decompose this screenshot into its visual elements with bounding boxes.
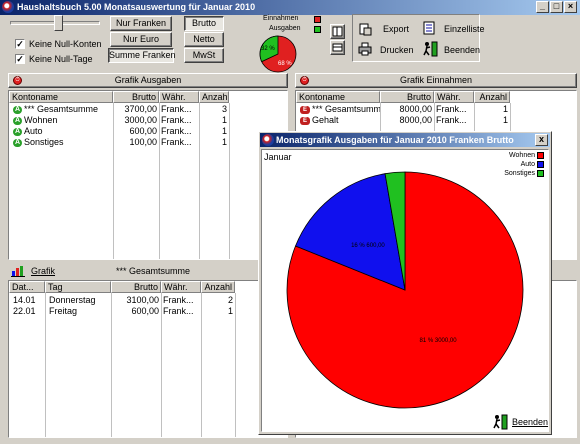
col-datum[interactable]: Dat... <box>9 281 45 293</box>
mini-legend-einnahmen-swatch <box>314 16 321 23</box>
col-anzahl[interactable]: Anzahl <box>474 91 510 103</box>
popup-chart-area: Januar Wohnen Auto Sonstiges 81 % 3000,0… <box>261 149 549 432</box>
details-header: Grafik *** Gesamtsumme <box>8 264 288 279</box>
popup-close-button[interactable]: x <box>535 134 548 146</box>
popup-title-bar: Monatsgrafik Ausgaben für Januar 2010 Fr… <box>260 133 550 147</box>
col-anzahl[interactable]: Anzahl <box>201 281 235 293</box>
window-icon <box>332 26 343 37</box>
popup-beenden-button[interactable]: Beenden <box>492 414 548 430</box>
exit-icon <box>493 414 508 430</box>
pie-label-auto: 16 % 600,00 <box>351 243 385 249</box>
popup-beenden-label: Beenden <box>512 417 549 427</box>
maximize-button[interactable]: □ <box>550 1 563 13</box>
checkbox-keine-null-tage[interactable]: ✓ <box>15 54 25 64</box>
view-window-button[interactable] <box>330 24 345 39</box>
details-table: Dat... Tag Brutto Währ. Anzahl 14.01 Don… <box>8 280 288 438</box>
clock-icon: ⏱ <box>13 76 22 85</box>
exit-icon[interactable] <box>422 41 438 57</box>
mini-legend-einnahmen: Einnahmen <box>263 15 299 22</box>
checkbox-keine-null-konten[interactable]: ✓ <box>15 39 25 49</box>
col-waehrung[interactable]: Währ. <box>434 91 474 103</box>
view-list-button[interactable] <box>330 40 345 55</box>
account-icon: A <box>13 105 22 114</box>
month-slider-thumb[interactable] <box>54 15 63 31</box>
pie-label-wohnen: 81 % 3000,00 <box>420 338 458 344</box>
export-icon[interactable] <box>358 22 372 36</box>
app-icon <box>262 134 274 146</box>
mini-legend-ausgaben: Ausgaben <box>269 25 301 32</box>
window-title: Haushaltsbuch 5.00 Monatsauswertung für … <box>17 2 256 12</box>
col-brutto[interactable]: Brutto <box>380 91 434 103</box>
title-bar: Haushaltsbuch 5.00 Monatsauswertung für … <box>0 0 580 15</box>
beenden-button[interactable]: Beenden <box>444 45 480 55</box>
brutto-button[interactable]: Brutto <box>184 16 224 31</box>
mini-pie-chart: 32 % 68 % <box>259 35 297 73</box>
checkbox-keine-null-konten-label: Keine Null-Konten <box>29 39 102 49</box>
col-anzahl[interactable]: Anzahl <box>199 91 229 103</box>
chart-popup-window: Monatsgrafik Ausgaben für Januar 2010 Fr… <box>258 131 552 435</box>
summe-franken-button[interactable]: Summe Franken <box>108 48 176 63</box>
checkbox-keine-null-tage-label: Keine Null-Tage <box>29 54 93 64</box>
account-icon: A <box>13 116 22 125</box>
col-kontoname[interactable]: Kontoname <box>9 91 113 103</box>
mini-pie-red-label: 68 % <box>278 61 292 67</box>
popup-title: Monatsgrafik Ausgaben für Januar 2010 Fr… <box>276 135 514 145</box>
netto-button[interactable]: Netto <box>184 32 224 47</box>
grafik-einnahmen-label: Grafik Einnahmen <box>399 75 473 85</box>
account-icon: A <box>13 127 22 136</box>
grafik-einnahmen-header[interactable]: ⏱ Grafik Einnahmen <box>295 73 577 88</box>
col-waehrung[interactable]: Währ. <box>159 91 199 103</box>
account-icon: A <box>13 138 22 147</box>
nur-euro-button[interactable]: Nur Euro <box>110 32 172 47</box>
minimize-button[interactable]: _ <box>536 1 549 13</box>
col-brutto[interactable]: Brutto <box>113 91 159 103</box>
list-icon <box>332 43 343 52</box>
grafik-ausgaben-label: Grafik Ausgaben <box>114 75 182 85</box>
mwst-button[interactable]: MwSt <box>184 48 224 63</box>
drucken-button[interactable]: Drucken <box>380 45 414 55</box>
details-selected-account: *** Gesamtsumme <box>116 266 191 276</box>
close-button[interactable]: × <box>564 1 577 13</box>
clock-icon: ⏱ <box>300 76 309 85</box>
mini-legend-ausgaben-swatch <box>314 26 321 33</box>
col-brutto[interactable]: Brutto <box>111 281 161 293</box>
export-button[interactable]: Export <box>383 24 409 34</box>
einzelliste-button[interactable]: Einzelliste <box>444 24 485 34</box>
grafik-ausgaben-header[interactable]: ⏱ Grafik Ausgaben <box>8 73 288 88</box>
mini-pie-green-label: 32 % <box>261 46 275 52</box>
einzelliste-icon[interactable] <box>422 21 436 35</box>
income-icon: E <box>300 105 310 114</box>
col-waehrung[interactable]: Währ. <box>161 281 201 293</box>
nur-franken-button[interactable]: Nur Franken <box>110 16 172 31</box>
chart-icon[interactable] <box>11 265 25 277</box>
printer-icon[interactable] <box>358 42 372 56</box>
ausgaben-table: Kontoname Brutto Währ. Anzahl A *** Gesam… <box>8 90 288 260</box>
col-kontoname[interactable]: Kontoname <box>296 91 380 103</box>
grafik-link[interactable]: Grafik <box>31 266 55 276</box>
app-icon <box>2 1 14 13</box>
income-icon: E <box>300 116 310 125</box>
col-tag[interactable]: Tag <box>45 281 111 293</box>
ausgaben-pie-chart: 81 % 3000,00 16 % 600,00 <box>286 171 524 409</box>
